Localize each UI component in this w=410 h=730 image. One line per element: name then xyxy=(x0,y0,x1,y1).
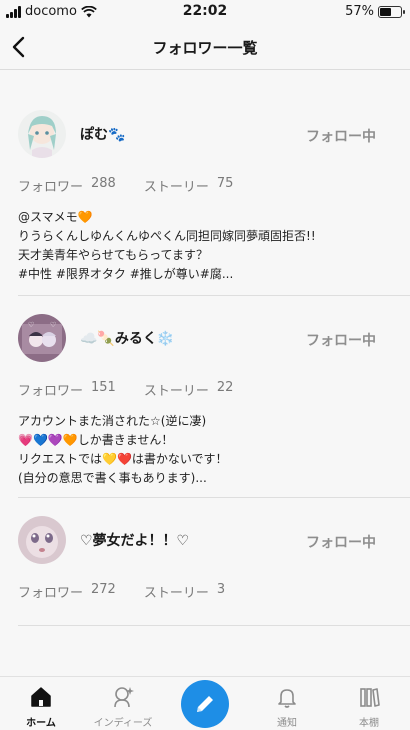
followers-count: 151 xyxy=(91,380,116,395)
followers-stat: フォロワー 288 xyxy=(18,176,116,200)
pencil-icon xyxy=(197,696,213,712)
tab-indies[interactable]: インディーズ xyxy=(82,677,164,730)
tab-bookshelf[interactable]: 本棚 xyxy=(328,677,410,730)
battery-fill xyxy=(380,7,392,16)
follower-card[interactable]: ♡ ♡ ☁️🍡みるく❄️ フォロー中 フォロワー 151 ストーリー 22 アカ… xyxy=(18,296,410,498)
followers-label: フォロワー xyxy=(18,586,84,601)
followers-label: フォロワー xyxy=(18,384,84,399)
user-bio: @スマメモ🧡 りうらくんしゆんくんゆぺくん同担同嫁同夢頑固拒否!! 天才美青年や… xyxy=(18,210,316,281)
svg-text:♡: ♡ xyxy=(50,321,56,329)
following-button[interactable]: フォロー中 xyxy=(306,532,376,552)
tab-label: ホーム xyxy=(26,718,56,729)
followers-label: フォロワー xyxy=(18,180,84,195)
tab-label: 本棚 xyxy=(359,718,379,729)
stories-stat: ストーリー 22 xyxy=(144,380,234,404)
follower-card-head: ♡ ♡ ☁️🍡みるく❄️ フォロー中 xyxy=(18,296,410,380)
tab-home[interactable]: ホーム xyxy=(0,677,82,730)
bookshelf-icon xyxy=(360,688,380,707)
write-button[interactable] xyxy=(181,680,229,728)
followers-stat: フォロワー 272 xyxy=(18,582,116,606)
tab-notifications[interactable]: 通知 xyxy=(246,677,328,730)
user-stats: フォロワー 272 ストーリー 3 xyxy=(18,582,410,606)
home-icon xyxy=(31,687,51,707)
tab-label: インディーズ xyxy=(93,718,153,729)
stories-label: ストーリー xyxy=(143,586,209,601)
follower-card[interactable]: ♡夢女だよ！！♡ フォロー中 フォロワー 272 ストーリー 3 xyxy=(18,498,410,626)
nav-bar: フォロワー一覧 xyxy=(0,24,410,70)
indies-icon xyxy=(114,687,134,708)
stories-label: ストーリー xyxy=(143,384,209,399)
follower-list: ぽむ🐾 フォロー中 フォロワー 288 ストーリー 75 @スマメモ🧡 りうらく… xyxy=(18,92,410,626)
battery-percent: 57% xyxy=(345,4,374,19)
stories-stat: ストーリー 75 xyxy=(144,176,234,200)
tab-label: 通知 xyxy=(277,718,297,729)
stories-count: 3 xyxy=(216,582,226,597)
page-title: フォロワー一覧 xyxy=(152,39,258,57)
stories-stat: ストーリー 3 xyxy=(144,582,225,606)
user-name[interactable]: ☁️🍡みるく❄️ xyxy=(80,328,174,348)
avatar[interactable] xyxy=(18,516,66,564)
stories-count: 22 xyxy=(216,380,234,395)
follower-card-head: ♡夢女だよ！！♡ フォロー中 xyxy=(18,498,410,582)
user-name[interactable]: ぽむ🐾 xyxy=(80,124,125,144)
battery-icon xyxy=(378,5,405,18)
stories-label: ストーリー xyxy=(143,180,209,195)
user-bio: アカウントまた消された☆(逆に凄) 💗💙💜🧡しか書きません！ リクエストでは💛❤… xyxy=(18,414,228,485)
following-button[interactable]: フォロー中 xyxy=(306,330,376,350)
svg-text:♡: ♡ xyxy=(28,321,34,329)
user-stats: フォロワー 151 ストーリー 22 xyxy=(18,380,410,404)
bell-icon xyxy=(278,689,296,708)
following-button[interactable]: フォロー中 xyxy=(306,126,376,146)
followers-count: 288 xyxy=(91,176,116,191)
status-right: 57% xyxy=(345,4,405,19)
follower-card[interactable]: ぽむ🐾 フォロー中 フォロワー 288 ストーリー 75 @スマメモ🧡 りうらく… xyxy=(18,92,410,296)
avatar[interactable]: ♡ ♡ xyxy=(18,314,66,362)
stories-count: 75 xyxy=(216,176,234,191)
status-bar: docomo 22:02 57% xyxy=(0,0,410,24)
followers-count: 272 xyxy=(91,582,116,597)
user-name[interactable]: ♡夢女だよ！！♡ xyxy=(80,530,189,550)
user-stats: フォロワー 288 ストーリー 75 xyxy=(18,176,410,200)
follower-card-head: ぽむ🐾 フォロー中 xyxy=(18,92,410,176)
followers-stat: フォロワー 151 xyxy=(18,380,116,404)
avatar[interactable] xyxy=(18,110,66,158)
